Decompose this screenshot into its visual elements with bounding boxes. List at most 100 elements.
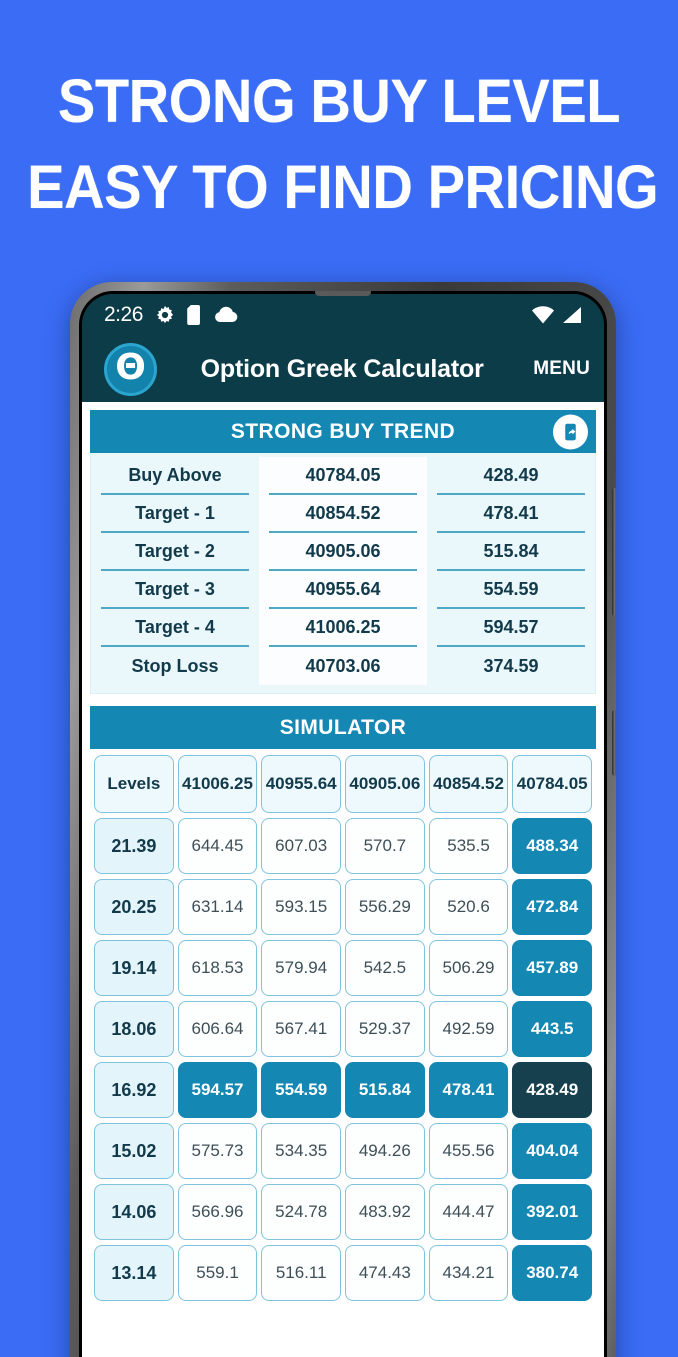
trend-row-premium: 515.84 [437,533,585,571]
simulator-value-cell[interactable]: 515.84 [345,1062,425,1118]
simulator-level-cell[interactable]: 14.06 [94,1184,174,1240]
theta-icon: Θ [115,346,146,388]
simulator-value-cell[interactable]: 443.5 [512,1001,593,1057]
simulator-value-cell[interactable]: 554.59 [261,1062,342,1118]
simulator-header: SIMULATOR [90,706,596,749]
trend-row-index: 40784.05 [269,457,417,495]
simulator-value-cell[interactable]: 594.57 [177,1062,258,1118]
simulator-value-cell[interactable]: 535.5 [428,818,509,874]
simulator-value-cell[interactable]: 455.56 [428,1123,509,1179]
promo-headline-line-2: EASY TO FIND PRICING [27,153,659,221]
strong-buy-trend-table: Buy Above Target - 1 Target - 2 Target -… [90,453,596,694]
simulator-column-header: 41006.25 [177,755,258,813]
trend-row-label: Target - 1 [101,495,249,533]
simulator-level-cell[interactable]: 21.39 [94,818,174,874]
simulator-row: 14.06 566.96 524.78 483.92 444.47 392.01 [94,1184,593,1240]
simulator-value-cell[interactable]: 457.89 [512,940,593,996]
share-phone-icon[interactable] [553,414,588,449]
trend-row-index: 40905.06 [269,533,417,571]
trend-row-premium: 374.59 [483,655,539,676]
app-logo: Θ [104,342,157,396]
simulator-value-cell[interactable]: 570.7 [345,818,425,874]
trend-row-label: Stop Loss [131,655,219,676]
simulator-value-cell[interactable]: 567.41 [261,1001,342,1057]
sd-card-icon [187,305,202,325]
trend-row-label: Target - 4 [101,609,249,647]
trend-row-label: Target - 2 [101,533,249,571]
simulator-value-cell[interactable]: 520.6 [428,879,509,935]
simulator-column-header: 40905.06 [345,755,425,813]
simulator-value-cell[interactable]: 607.03 [261,818,342,874]
simulator-value-cell[interactable]: 380.74 [512,1245,593,1301]
simulator-value-cell[interactable]: 566.96 [177,1184,258,1240]
status-bar-clock: 2:26 [104,303,143,326]
simulator-value-cell[interactable]: 428.49 [512,1062,593,1118]
simulator-value-cell[interactable]: 524.78 [261,1184,342,1240]
simulator-value-cell[interactable]: 516.11 [261,1245,342,1301]
simulator-column-header: 40955.64 [261,755,342,813]
trend-row-label: Target - 3 [101,571,249,609]
status-bar-right [531,306,582,324]
simulator-value-cell[interactable]: 488.34 [512,818,593,874]
phone-mockup: 2:26 Θ Option Greek Calculator MENU STRO… [70,282,616,1357]
strong-buy-trend-title: STRONG BUY TREND [230,419,456,443]
simulator-value-cell[interactable]: 494.26 [345,1123,425,1179]
simulator-value-cell[interactable]: 542.5 [345,940,425,996]
trend-index-column: 40784.05 40854.52 40905.06 40955.64 4100… [259,457,427,685]
simulator-value-cell[interactable]: 392.01 [512,1184,593,1240]
android-status-bar: 2:26 [82,294,604,336]
simulator-value-cell[interactable]: 506.29 [428,940,509,996]
simulator-header-row: Levels 41006.25 40955.64 40905.06 40854.52 40… [94,755,593,813]
simulator-value-cell[interactable]: 478.41 [428,1062,509,1118]
simulator-level-cell[interactable]: 16.92 [94,1062,174,1118]
simulator-value-cell[interactable]: 474.43 [345,1245,425,1301]
simulator-row: 16.92 594.57 554.59 515.84 478.41 428.49 [94,1062,593,1118]
simulator-value-cell[interactable]: 618.53 [177,940,258,996]
simulator-value-cell[interactable]: 556.29 [345,879,425,935]
simulator-table: Levels 41006.25 40955.64 40905.06 40854.52 40… [90,749,596,1301]
simulator-value-cell[interactable]: 575.73 [177,1123,258,1179]
trend-row-label: Buy Above [101,457,249,495]
app-content: STRONG BUY TREND Buy Above Target - 1 Ta… [82,402,604,1357]
simulator-value-cell[interactable]: 644.45 [177,818,258,874]
simulator-value-cell[interactable]: 579.94 [261,940,342,996]
simulator-value-cell[interactable]: 606.64 [177,1001,258,1057]
gear-icon [154,304,176,326]
simulator-row: 18.06 606.64 567.41 529.37 492.59 443.5 [94,1001,593,1057]
simulator-value-cell[interactable]: 404.04 [512,1123,593,1179]
power-button[interactable] [612,710,616,776]
simulator-row: 19.14 618.53 579.94 542.5 506.29 457.89 [94,940,593,996]
simulator-level-cell[interactable]: 20.25 [94,879,174,935]
trend-row-premium: 594.57 [437,609,585,647]
simulator-row: 13.14 559.1 516.11 474.43 434.21 380.74 [94,1245,593,1301]
simulator-level-cell[interactable]: 13.14 [94,1245,174,1301]
status-bar-left: 2:26 [104,303,239,327]
trend-row-premium: 428.49 [437,457,585,495]
simulator-level-cell[interactable]: 15.02 [94,1123,174,1179]
trend-row-premium: 554.59 [437,571,585,609]
volume-button[interactable] [612,488,616,616]
wifi-icon [531,306,555,324]
simulator-value-cell[interactable]: 559.1 [177,1245,258,1301]
simulator-value-cell[interactable]: 444.47 [428,1184,509,1240]
earpiece-speaker [315,291,371,296]
simulator-title: SIMULATOR [279,715,407,739]
menu-button[interactable]: MENU [533,358,590,380]
trend-row-premium: 478.41 [437,495,585,533]
simulator-value-cell[interactable]: 472.84 [512,879,593,935]
simulator-level-cell[interactable]: 19.14 [94,940,174,996]
signal-icon [561,306,582,324]
simulator-value-cell[interactable]: 529.37 [345,1001,425,1057]
simulator-value-cell[interactable]: 483.92 [345,1184,425,1240]
trend-premium-column: 428.49 478.41 515.84 554.59 594.57 374.5… [427,457,595,685]
simulator-row: 20.25 631.14 593.15 556.29 520.6 472.84 [94,879,593,935]
simulator-level-cell[interactable]: 18.06 [94,1001,174,1057]
trend-row-index: 40703.06 [305,655,381,676]
simulator-value-cell[interactable]: 631.14 [177,879,258,935]
trend-row-index: 40955.64 [269,571,417,609]
simulator-value-cell[interactable]: 434.21 [428,1245,509,1301]
simulator-value-cell[interactable]: 492.59 [428,1001,509,1057]
simulator-row: 15.02 575.73 534.35 494.26 455.56 404.04 [94,1123,593,1179]
simulator-value-cell[interactable]: 534.35 [261,1123,342,1179]
simulator-value-cell[interactable]: 593.15 [261,879,342,935]
